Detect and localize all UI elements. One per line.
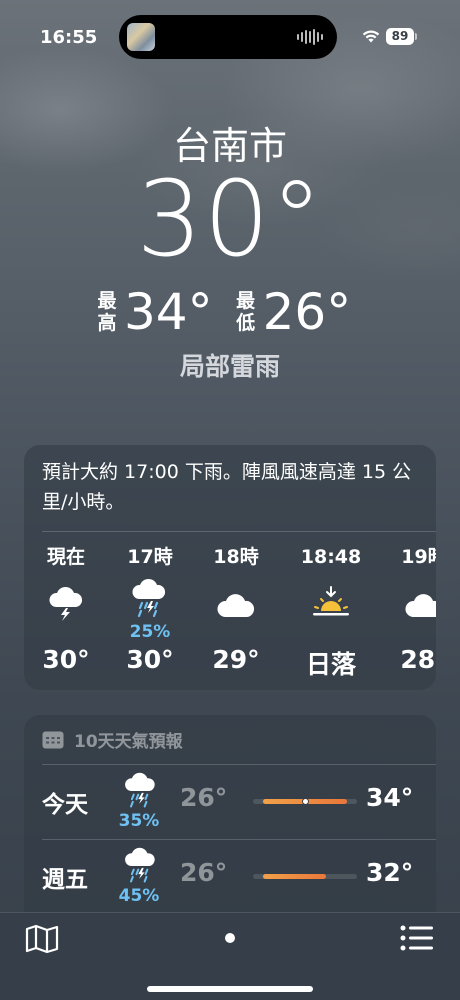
day-name: 今天	[42, 792, 88, 818]
hour-temperature: 29°	[212, 645, 260, 674]
precipitation-chance	[382, 621, 436, 643]
hour-item[interactable]: 17時 25% 30°	[108, 543, 192, 674]
precipitation-chance: 35%	[118, 811, 160, 831]
cloud-icon	[194, 577, 278, 621]
weather-condition: 局部雷雨	[179, 352, 280, 381]
divider	[42, 531, 436, 532]
hour-item[interactable]: 18:48 日落	[289, 543, 373, 681]
thunder-rain-icon	[125, 847, 155, 883]
day-row[interactable]: 今天 35% 26° 34°	[24, 767, 436, 839]
low-label: 最低	[236, 290, 256, 334]
thunderstorm-icon	[24, 577, 108, 621]
divider	[42, 839, 436, 840]
hour-label: 現在	[46, 546, 85, 568]
temperature-range-bar	[263, 874, 326, 879]
high-temperature: 34°	[124, 283, 213, 341]
bottom-toolbar	[0, 912, 460, 1000]
day-row[interactable]: 週五 45% 26° 32°	[24, 842, 436, 914]
ten-day-forecast-card[interactable]: 10天天氣預報 今天 35% 26° 34° 週五 45% 26° 32°	[24, 715, 436, 915]
audio-wave-icon	[297, 29, 323, 45]
sunset-icon	[289, 577, 373, 621]
battery-indicator: 89	[386, 28, 414, 45]
hour-temperature: 28°	[400, 645, 436, 674]
status-time: 16:55	[40, 27, 98, 48]
high-label: 最高	[97, 290, 117, 334]
hour-item[interactable]: 現在 30°	[24, 543, 108, 674]
cloud-icon	[382, 577, 436, 621]
calendar-icon	[42, 731, 64, 748]
current-temperature-marker	[301, 798, 309, 805]
hourly-forecast-card[interactable]: 預計大約 17:00 下雨。陣風風速高達 15 公里/小時。 現在 30° 17…	[24, 445, 436, 690]
hour-temperature: 30°	[42, 645, 90, 674]
now-playing-artwork[interactable]	[127, 23, 155, 51]
hour-label: 19時	[401, 546, 436, 568]
precipitation-chance: 25%	[129, 622, 171, 642]
hour-label: 18時	[213, 546, 259, 568]
precipitation-chance: 45%	[118, 886, 160, 906]
hour-label: 17時	[127, 546, 173, 568]
hour-temperature: 30°	[126, 645, 174, 674]
high-low-row: 最高 34° 最低 26°	[96, 283, 373, 341]
precipitation-chance	[289, 621, 373, 643]
high-temperature: 32°	[366, 858, 414, 887]
ten-day-title: 10天天氣預報	[74, 732, 183, 752]
dynamic-island[interactable]	[119, 15, 337, 59]
hour-item[interactable]: 19時 28°	[382, 543, 436, 674]
hour-label: 18:48	[300, 546, 362, 568]
precipitation-chance	[194, 621, 278, 643]
current-temperature: 30°	[136, 158, 324, 280]
low-temperature: 26°	[262, 283, 352, 341]
temperature-range-track	[253, 874, 357, 879]
list-icon[interactable]	[400, 925, 434, 951]
low-temperature: 26°	[180, 858, 228, 887]
hour-item[interactable]: 18時 29°	[194, 543, 278, 674]
divider	[42, 764, 436, 765]
day-name: 週五	[42, 867, 88, 893]
home-indicator	[147, 986, 313, 992]
thunder-rain-icon	[125, 772, 155, 808]
page-indicator-dot[interactable]	[225, 933, 235, 943]
precipitation-chance	[24, 621, 108, 643]
battery-cap	[415, 33, 417, 40]
temperature-range-track	[253, 798, 357, 805]
hourly-scroller[interactable]: 現在 30° 17時 25% 30° 18時 29° 18:48 日落 19 2…	[24, 543, 436, 683]
ten-day-header: 10天天氣預報	[42, 727, 183, 752]
forecast-summary: 預計大約 17:00 下雨。陣風風速高達 15 公里/小時。	[42, 461, 412, 513]
thunder-rain-icon	[108, 577, 192, 621]
map-icon[interactable]	[25, 924, 59, 954]
high-temperature: 34°	[366, 783, 414, 812]
wifi-icon	[362, 30, 380, 43]
low-temperature: 26°	[180, 783, 228, 812]
hour-temperature: 日落	[305, 650, 356, 679]
